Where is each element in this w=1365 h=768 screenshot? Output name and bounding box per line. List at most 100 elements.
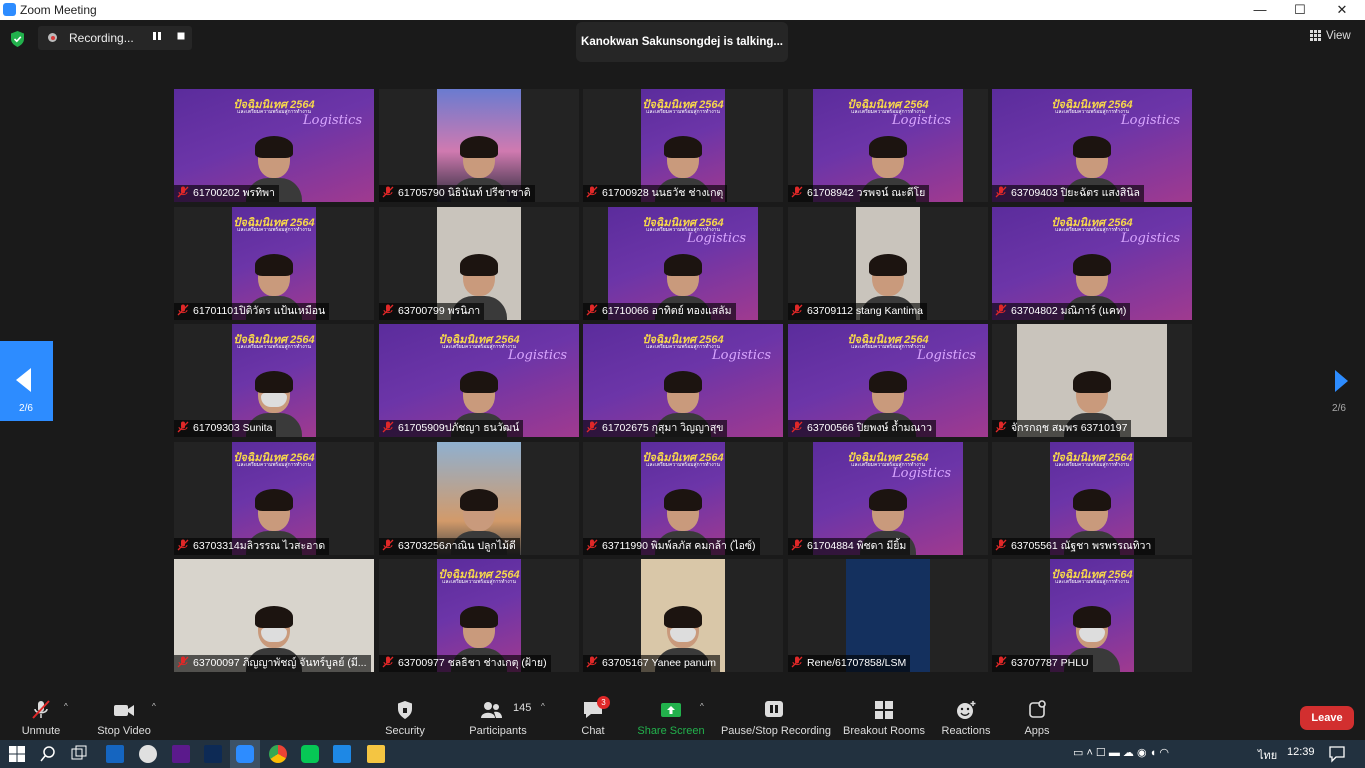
minimize-button[interactable]: —	[1240, 0, 1280, 20]
share-options-caret[interactable]: ^	[700, 702, 708, 711]
unmute-label: Unmute	[21, 725, 61, 737]
previous-page-button[interactable]: 2/6	[0, 341, 53, 421]
recording-dot-icon	[48, 33, 57, 42]
clock[interactable]: 12:39	[1287, 746, 1315, 758]
chrome-app-icon[interactable]	[269, 745, 287, 763]
system-tray-icons[interactable]: ▭ ˄ ☐ ▬ ☁ ◉ ◖ ◠	[1073, 746, 1169, 759]
windows-start-icon[interactable]	[8, 745, 26, 763]
participant-tile[interactable]: ปัจฉิมนิเทศ 2564 และเตรียมความพร้อมสู่การ…	[174, 442, 374, 555]
participant-name-label: 63705561 ณัฐชา พรพรรณทิวา	[992, 538, 1156, 555]
participant-tile[interactable]: ปัจฉิมนิเทศ 2564 และเตรียมความพร้อมสู่การ…	[174, 324, 374, 437]
browser-app-icon[interactable]	[139, 745, 157, 763]
participant-tile[interactable]: ปัจฉิมนิเทศ 2564 และเตรียมความพร้อมสู่การ…	[379, 559, 579, 672]
muted-mic-icon	[381, 656, 395, 668]
participant-tile[interactable]: ปัจฉิมนิเทศ 2564 และเตรียมความพร้อมสู่การ…	[583, 442, 783, 555]
language-indicator[interactable]: ไทย	[1258, 746, 1277, 764]
media-app-icon[interactable]	[333, 745, 351, 763]
close-button[interactable]: ✕	[1322, 0, 1362, 20]
participant-tile[interactable]: ปัจฉิมนิเทศ 2564 และเตรียมความพร้อมสู่การ…	[379, 324, 579, 437]
participant-name-label: Rene/61707858/LSM	[788, 655, 911, 672]
stop-video-button[interactable]: Stop Video	[92, 690, 156, 740]
participant-name: 63703256ภาณิน ปลูกไม้ดี	[398, 540, 516, 552]
participant-tile[interactable]: ปัจฉิมนิเทศ 2564 และเตรียมความพร้อมสู่การ…	[583, 89, 783, 202]
participant-tile[interactable]: ปัจฉิมนิเทศ 2564 และเตรียมความพร้อมสู่การ…	[174, 89, 374, 202]
participants-options-caret[interactable]: ^	[541, 702, 549, 711]
banner-subline: และเตรียมความพร้อมสู่การทำงาน	[646, 462, 720, 468]
stop-recording-icon[interactable]	[173, 30, 189, 46]
participant-tile[interactable]: 63703256ภาณิน ปลูกไม้ดี	[379, 442, 579, 555]
participants-label: Participants	[469, 725, 527, 737]
participant-tile[interactable]: ปัจฉิมนิเทศ 2564 และเตรียมความพร้อมสู่การ…	[583, 324, 783, 437]
maximize-button[interactable]: ☐	[1280, 0, 1320, 20]
next-page-button[interactable]: 2/6	[1313, 341, 1365, 421]
participant-name: 61700928 นนธวัช ช่างเกตุ	[602, 187, 724, 199]
participant-tile[interactable]: 63700799 พรนิภา	[379, 207, 579, 320]
participant-name: 61710066 อาทิตย์ ทองแสลัม	[602, 305, 732, 317]
participant-name-label: 63703256ภาณิน ปลูกไม้ดี	[379, 538, 520, 555]
active-speaker-notice: Kanokwan Sakunsongdej is talking...	[576, 22, 788, 62]
leave-button[interactable]: Leave	[1300, 706, 1354, 730]
zoom-taskbar-button[interactable]	[230, 740, 260, 768]
muted-mic-icon	[176, 186, 190, 198]
view-label: View	[1326, 30, 1351, 42]
participant-tile[interactable]: ปัจฉิมนิเทศ 2564 และเตรียมความพร้อมสู่การ…	[788, 89, 988, 202]
banner-script: Logistics	[303, 113, 362, 128]
participants-button[interactable]: 145 Participants	[466, 690, 531, 740]
muted-mic-icon	[994, 304, 1008, 316]
pause-recording-icon[interactable]	[149, 30, 165, 46]
task-view-icon[interactable]	[70, 745, 88, 763]
screen-app-icon[interactable]	[106, 745, 124, 763]
file-explorer-icon[interactable]	[367, 745, 385, 763]
participant-name-label: จักรกฤช สมพร 63710197	[992, 420, 1132, 437]
arrow-right-icon	[1335, 370, 1348, 392]
participant-name-label: 63711990 พิมพ์ลภัส คมกล้า (ไอซ์)	[583, 538, 760, 555]
apps-button[interactable]: Apps	[1012, 690, 1062, 740]
breakout-rooms-label: Breakout Rooms	[843, 725, 925, 737]
muted-mic-icon	[381, 186, 395, 198]
pause-stop-recording-button[interactable]: Pause/Stop Recording	[720, 690, 832, 740]
video-options-caret[interactable]: ^	[152, 702, 160, 711]
security-button[interactable]: Security	[378, 690, 432, 740]
unmute-button[interactable]: Unmute	[14, 690, 68, 740]
participant-name-label: 61710066 อาทิตย์ ทองแสลัม	[583, 303, 736, 320]
participant-name: 63704802 มณิภาร์ (แคท)	[1011, 305, 1127, 317]
muted-mic-icon	[994, 656, 1008, 668]
breakout-rooms-button[interactable]: Breakout Rooms	[842, 690, 926, 740]
pause-stop-recording-label: Pause/Stop Recording	[720, 725, 832, 737]
participant-name: 63703314มลิวรรณ ไวสะอาด	[193, 540, 326, 552]
participant-tile[interactable]: ปัจฉิมนิเทศ 2564 และเตรียมความพร้อมสู่การ…	[992, 442, 1192, 555]
share-screen-button[interactable]: Share Screen	[636, 690, 706, 740]
encryption-shield-icon[interactable]	[10, 31, 25, 47]
line-app-icon[interactable]	[301, 745, 319, 763]
participant-name: 61705909ปภัชญา ธนวัฒน์	[398, 422, 520, 434]
participant-name: 61701101ปิติวัตร แป้นเหมือน	[193, 305, 326, 317]
banner-subline: และเตรียมความพร้อมสู่การทำงาน	[442, 579, 516, 585]
participant-tile[interactable]: ปัจฉิมนิเทศ 2564 และเตรียมความพร้อมสู่การ…	[174, 207, 374, 320]
view-button[interactable]: View	[1310, 30, 1351, 42]
muted-mic-icon	[381, 539, 395, 551]
participant-tile[interactable]: 63700097 ภิญญาพัชญ์ จันทร์บูลย์ (มี...	[174, 559, 374, 672]
participant-tile[interactable]: ปัจฉิมนิเทศ 2564 และเตรียมความพร้อมสู่การ…	[992, 559, 1192, 672]
participant-name-label: 63704802 มณิภาร์ (แคท)	[992, 303, 1131, 320]
notifications-icon[interactable]	[1328, 745, 1346, 763]
participant-tile[interactable]: 63709112 stang Kantima	[788, 207, 988, 320]
participant-name-label: 61701101ปิติวัตร แป้นเหมือน	[174, 303, 330, 320]
participant-tile[interactable]: จักรกฤช สมพร 63710197	[992, 324, 1192, 437]
photoshop-app-icon[interactable]	[204, 745, 222, 763]
participant-tile[interactable]: ปัจฉิมนิเทศ 2564 และเตรียมความพร้อมสู่การ…	[788, 442, 988, 555]
participant-tile[interactable]: ปัจฉิมนิเทศ 2564 และเตรียมความพร้อมสู่การ…	[992, 89, 1192, 202]
audio-options-caret[interactable]: ^	[64, 702, 72, 711]
participant-name: 61702675 กุสุมา วิญญาสุข	[602, 422, 724, 434]
participant-name: Rene/61707858/LSM	[807, 657, 907, 669]
participant-tile[interactable]: 61705790 นิธินันท์ ปรีชาชาติ	[379, 89, 579, 202]
participant-tile[interactable]: ปัจฉิมนิเทศ 2564 และเตรียมความพร้อมสู่การ…	[992, 207, 1192, 320]
reactions-button[interactable]: Reactions	[938, 690, 994, 740]
participant-tile[interactable]: ปัจฉิมนิเทศ 2564 และเตรียมความพร้อมสู่การ…	[788, 324, 988, 437]
participant-tile[interactable]: ปัจฉิมนิเทศ 2564 และเตรียมความพร้อมสู่การ…	[583, 207, 783, 320]
chat-unread-badge: 3	[597, 696, 610, 709]
chat-button[interactable]: 3 Chat	[566, 690, 620, 740]
premiere-app-icon[interactable]	[172, 745, 190, 763]
participant-tile[interactable]: Rene/61707858/LSM	[788, 559, 988, 672]
search-icon[interactable]	[39, 745, 57, 763]
participant-tile[interactable]: 63705167 Yanee panum	[583, 559, 783, 672]
